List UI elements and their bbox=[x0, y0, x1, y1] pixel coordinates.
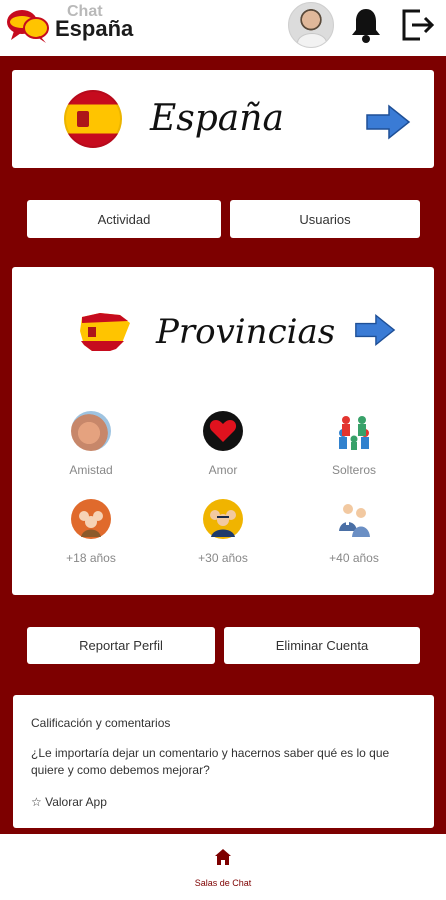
friendship-hands-icon bbox=[71, 411, 111, 451]
category-amor[interactable]: Amor bbox=[168, 411, 278, 477]
salas-de-chat-tab[interactable]: Salas de Chat bbox=[0, 878, 446, 888]
heart-icon bbox=[203, 411, 243, 451]
valorar-app-link[interactable]: ☆ Valorar App bbox=[31, 795, 107, 809]
provincias-card: Provincias Amistad Amor Solteros +18 año… bbox=[12, 267, 434, 595]
spain-flag-circle-icon bbox=[64, 90, 122, 148]
category-label: +18 años bbox=[66, 551, 116, 565]
category-amistad[interactable]: Amistad bbox=[36, 411, 146, 477]
people-group-icon bbox=[339, 416, 369, 450]
category-label: +30 años bbox=[198, 551, 248, 565]
reportar-perfil-button[interactable]: Reportar Perfil bbox=[27, 627, 215, 664]
bell-icon[interactable] bbox=[349, 6, 383, 44]
avatar[interactable] bbox=[288, 2, 334, 48]
home-icon[interactable] bbox=[214, 848, 232, 866]
rating-card: Calificación y comentarios ¿Le importarí… bbox=[13, 695, 434, 828]
logout-icon[interactable] bbox=[400, 8, 436, 42]
arrow-right-icon[interactable] bbox=[365, 104, 411, 140]
category-label: Solteros bbox=[331, 463, 377, 477]
espana-title: España bbox=[150, 98, 284, 139]
business-people-icon bbox=[339, 504, 370, 537]
espana-card[interactable]: España bbox=[12, 70, 434, 168]
category-40[interactable]: +40 años bbox=[299, 499, 409, 565]
rating-text: ¿Le importaría dejar un comentario y hac… bbox=[31, 746, 390, 777]
category-label: Amistad bbox=[69, 463, 113, 477]
provincias-title[interactable]: Provincias bbox=[156, 312, 335, 352]
arrow-right-icon[interactable] bbox=[354, 313, 396, 347]
usuarios-button[interactable]: Usuarios bbox=[230, 200, 420, 238]
category-label: Amor bbox=[208, 463, 238, 477]
bottom-nav: Salas de Chat bbox=[0, 834, 446, 900]
spain-map-flag-icon bbox=[80, 313, 130, 351]
women-group-icon bbox=[71, 499, 111, 539]
category-18[interactable]: +18 años bbox=[36, 499, 146, 565]
top-bar: Chat España bbox=[0, 0, 446, 56]
actividad-button[interactable]: Actividad bbox=[27, 200, 221, 238]
chat-bubbles-logo-icon bbox=[7, 10, 49, 43]
app-name: España bbox=[55, 16, 134, 41]
men-group-icon bbox=[203, 499, 243, 539]
app-logo-text: Chat España bbox=[55, 4, 133, 40]
category-30[interactable]: +30 años bbox=[168, 499, 278, 565]
eliminar-cuenta-button[interactable]: Eliminar Cuenta bbox=[224, 627, 420, 664]
category-label: +40 años bbox=[329, 551, 379, 565]
rating-title: Calificación y comentarios bbox=[31, 716, 171, 730]
category-solteros[interactable]: Solteros bbox=[299, 411, 409, 477]
